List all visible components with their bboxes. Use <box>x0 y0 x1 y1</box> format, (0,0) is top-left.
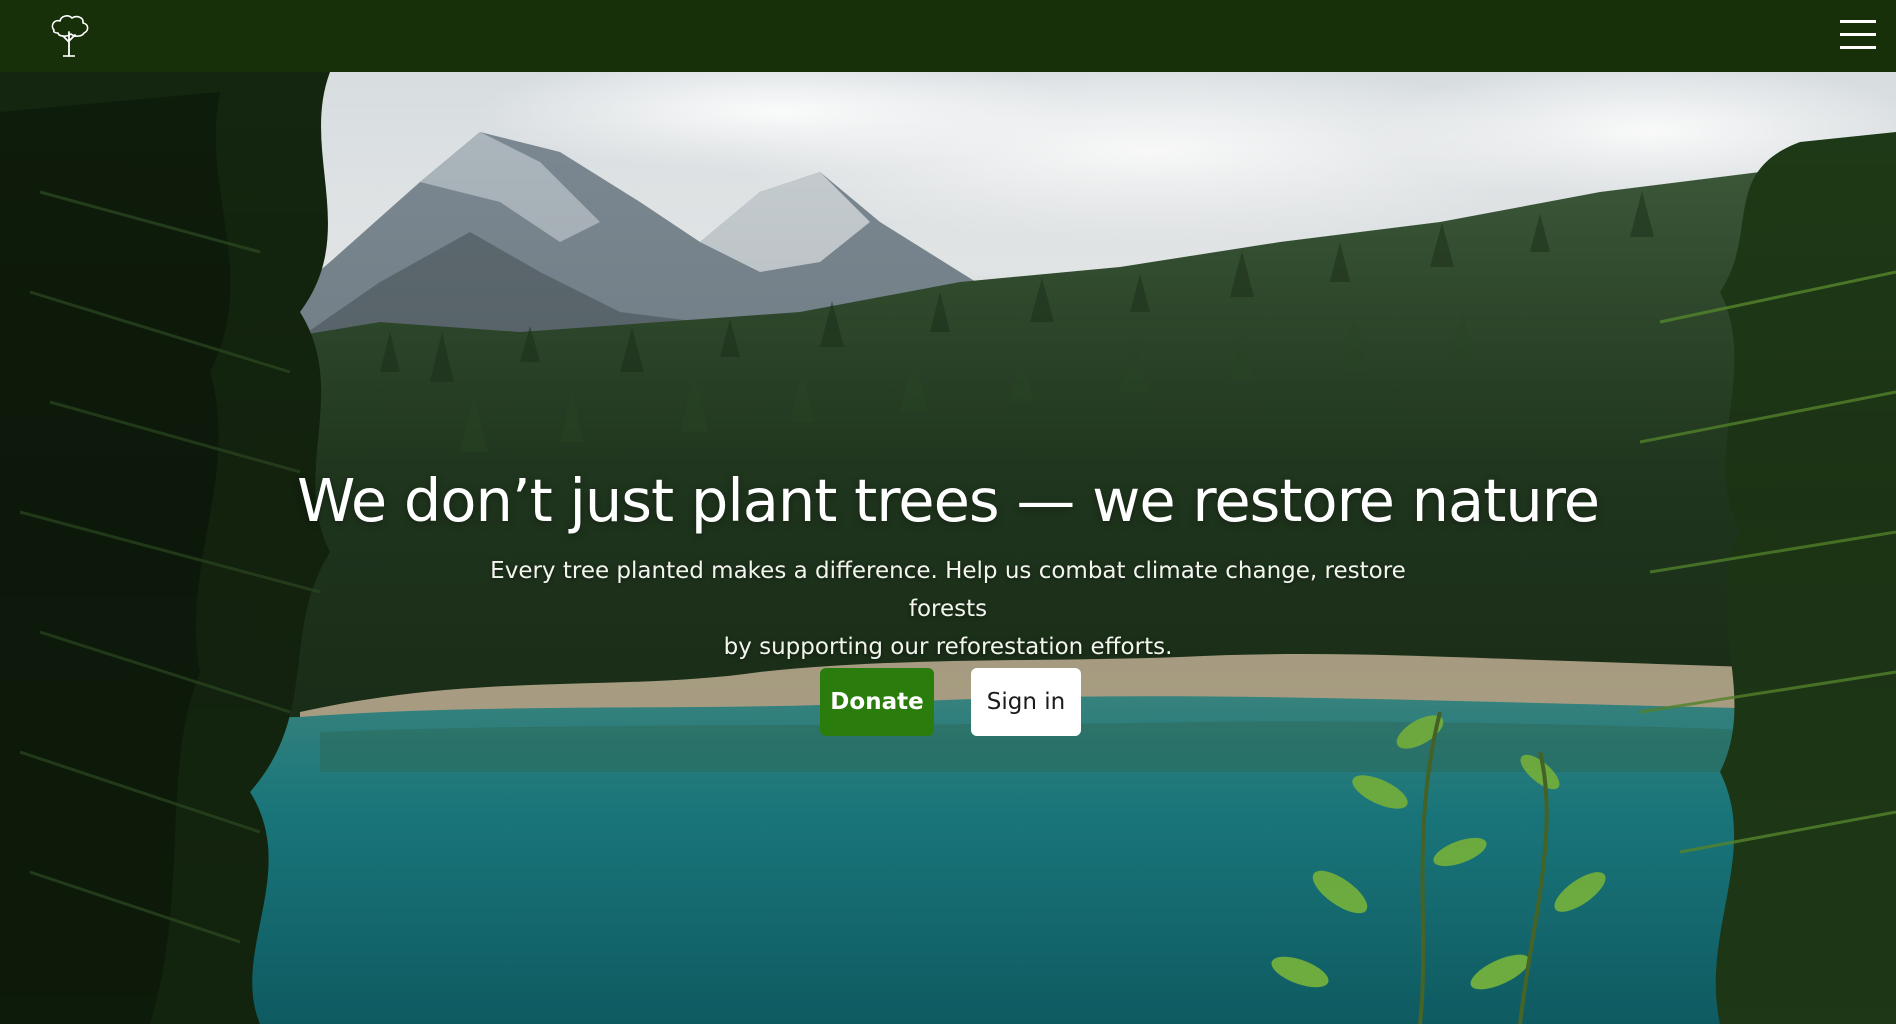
menu-bar <box>1840 33 1876 36</box>
hero-subtext: Every tree planted makes a difference. H… <box>460 552 1436 666</box>
hero-headline: We don’t just plant trees — we restore n… <box>296 466 1600 535</box>
donate-button[interactable]: Donate <box>820 668 934 736</box>
sign-in-button[interactable]: Sign in <box>971 668 1081 736</box>
tree-logo-icon[interactable] <box>46 12 92 58</box>
hero-content: We don’t just plant trees — we restore n… <box>0 72 1896 1024</box>
menu-bar <box>1840 20 1876 23</box>
top-navbar <box>0 0 1896 72</box>
hamburger-menu-icon[interactable] <box>1838 17 1878 53</box>
hero-subtext-line1: Every tree planted makes a difference. H… <box>490 558 1406 622</box>
menu-bar <box>1840 46 1876 49</box>
hero-section: We don’t just plant trees — we restore n… <box>0 72 1896 1024</box>
hero-subtext-line2: by supporting our reforestation efforts. <box>723 634 1173 660</box>
